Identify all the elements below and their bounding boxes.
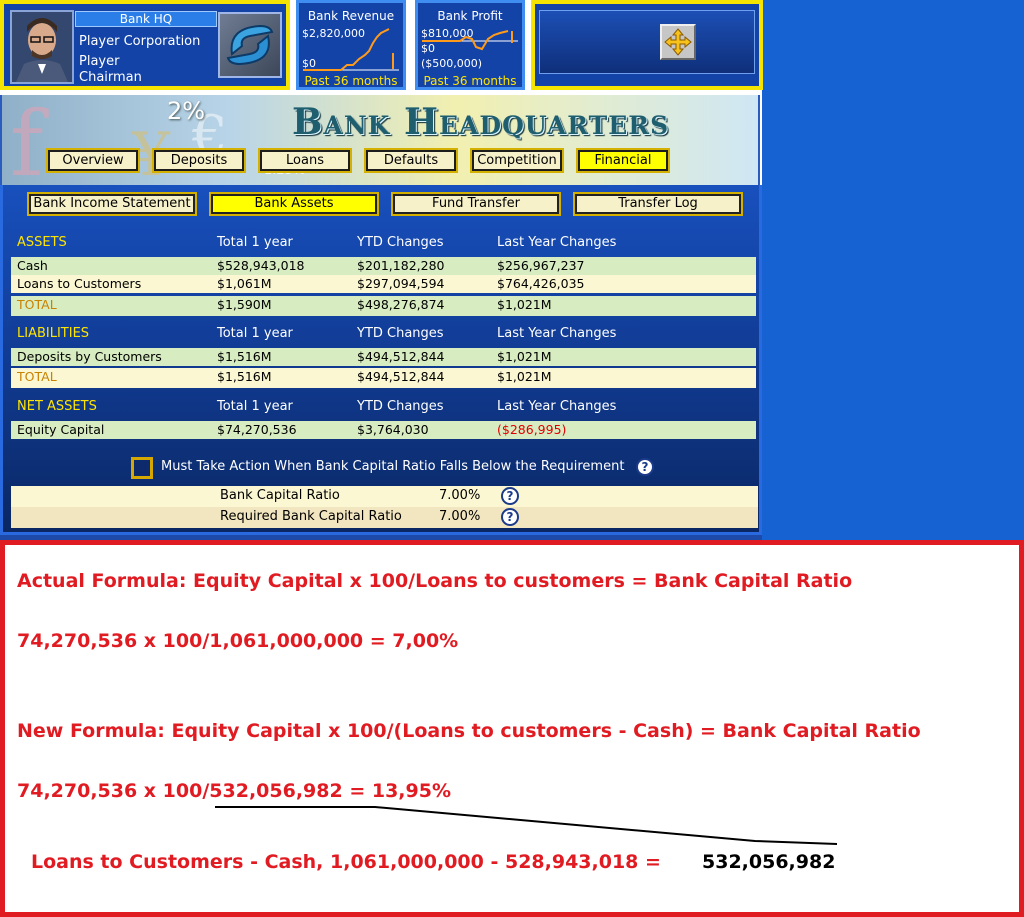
profit-title: Bank Profit [437,9,503,23]
help-icon[interactable]: ? [501,508,519,526]
table-row: Cash $528,943,018 $201,182,280 $256,967,… [11,257,756,275]
row-total: $74,270,536 [217,422,297,437]
table-row: Loans to Customers $1,061M $297,094,594 … [11,275,756,293]
col-ytd: YTD Changes [357,235,444,250]
row-total: $1,516M [217,369,272,384]
row-total: $1,590M [217,297,272,312]
hq-panel: Bank HQ Player Corporation Player Chairm… [0,0,290,90]
capital-ratio-label: Bank Capital Ratio [220,488,340,503]
row-total: $528,943,018 [217,258,305,273]
move-button[interactable] [660,24,696,60]
company-name: Player Corporation [79,34,201,49]
row-last: ($286,995) [497,422,567,437]
player-role: Chairman [79,70,142,85]
tab-financial[interactable]: Financial [576,148,670,173]
col-ytd: YTD Changes [357,399,444,414]
tab-loans[interactable]: Loans [258,148,352,173]
col-total: Total 1 year [217,326,293,341]
page-title: Bank Headquarters [292,101,670,143]
row-ytd: $3,764,030 [357,422,429,437]
assets-heading: ASSETS [17,235,67,250]
required-ratio-label: Required Bank Capital Ratio [220,509,402,524]
financial-panel: Bank Income Statement Bank Assets Fund T… [0,185,762,535]
banner-percent-deco: 2% [167,97,206,125]
row-label: TOTAL [17,369,57,384]
background-strip [762,0,1024,540]
row-ytd: $494,512,844 [357,369,445,384]
col-last: Last Year Changes [497,326,617,341]
table-row-total: TOTAL $1,590M $498,276,874 $1,021M [11,296,756,316]
capital-ratio-checkbox[interactable] [131,457,153,479]
row-ytd: $201,182,280 [357,258,445,273]
tab-competition[interactable]: Competition [470,148,564,173]
row-ytd: $297,094,594 [357,276,445,291]
revenue-panel[interactable]: Bank Revenue $2,820,000 $0 Past 36 month… [296,0,406,90]
move-arrows-icon [664,28,692,56]
row-ytd: $494,512,844 [357,349,445,364]
subtab-transfer-log[interactable]: Transfer Log [573,192,743,216]
tab-defaults[interactable]: Defaults [364,148,458,173]
col-last: Last Year Changes [497,399,617,414]
row-last: $764,426,035 [497,276,585,291]
hq-title: Bank HQ [75,11,217,27]
player-avatar [10,10,74,84]
tab-deposits[interactable]: Deposits [152,148,246,173]
col-ytd: YTD Changes [357,326,444,341]
player-name: Player [79,54,120,69]
row-label: TOTAL [17,297,57,312]
hq-banner: f ¥ € 2% 1.25% Bank Headquarters Overvie… [0,95,760,185]
col-total: Total 1 year [217,399,293,414]
capital-ratio-value: 7.00% [439,488,481,503]
profit-footer: Past 36 months [423,74,517,88]
row-ytd: $498,276,874 [357,297,445,312]
formula-annotation: Actual Formula: Equity Capital x 100/Loa… [0,540,1024,917]
col-last: Last Year Changes [497,235,617,250]
subtab-income-statement[interactable]: Bank Income Statement [27,192,197,216]
table-row-total: TOTAL $1,516M $494,512,844 $1,021M [11,368,756,388]
subtab-fund-transfer[interactable]: Fund Transfer [391,192,561,216]
tab-overview[interactable]: Overview [46,148,140,173]
table-row: Deposits by Customers $1,516M $494,512,8… [11,348,756,366]
row-last: $1,021M [497,369,552,384]
net-assets-heading: NET ASSETS [17,399,97,414]
help-icon[interactable]: ? [636,458,654,476]
revenue-sparkline [303,28,399,71]
net-assets-header: NET ASSETS Total 1 year YTD Changes Last… [11,397,756,417]
currency-deco: f ¥ € [10,95,228,185]
col-total: Total 1 year [217,235,293,250]
row-last: $256,967,237 [497,258,585,273]
control-panel-inner [539,10,755,74]
svg-text:f: f [10,95,49,185]
help-icon[interactable]: ? [501,487,519,505]
capital-ratio-checkbox-label: Must Take Action When Bank Capital Ratio… [161,459,625,474]
profit-sparkline [422,30,518,51]
row-label: Loans to Customers [17,276,142,291]
annotation-subtraction: Loans to Customers - Cash, 1,061,000,000… [31,851,661,873]
control-panel [531,0,763,90]
subtab-bank-assets[interactable]: Bank Assets [209,192,379,216]
profit-panel[interactable]: Bank Profit $810,000 $0 ($500,000) Past … [415,0,525,90]
capital-ratio-row: Bank Capital Ratio 7.00% ? [11,486,758,507]
company-logo [218,12,282,78]
row-total: $1,516M [217,349,272,364]
row-total: $1,061M [217,276,272,291]
revenue-title: Bank Revenue [307,9,395,23]
row-label: Deposits by Customers [17,349,162,364]
liabilities-heading: LIABILITIES [17,326,90,341]
revenue-footer: Past 36 months [304,74,398,88]
required-ratio-row: Required Bank Capital Ratio 7.00% ? [11,507,758,528]
assets-header: ASSETS Total 1 year YTD Changes Last Yea… [11,233,756,253]
required-ratio-value: 7.00% [439,509,481,524]
row-last: $1,021M [497,349,552,364]
annotation-result: 532,056,982 [702,851,836,873]
row-label: Equity Capital [17,422,105,437]
row-label: Cash [17,258,48,273]
table-row: Equity Capital $74,270,536 $3,764,030 ($… [11,421,756,439]
liabilities-header: LIABILITIES Total 1 year YTD Changes Las… [11,324,756,344]
row-last: $1,021M [497,297,552,312]
